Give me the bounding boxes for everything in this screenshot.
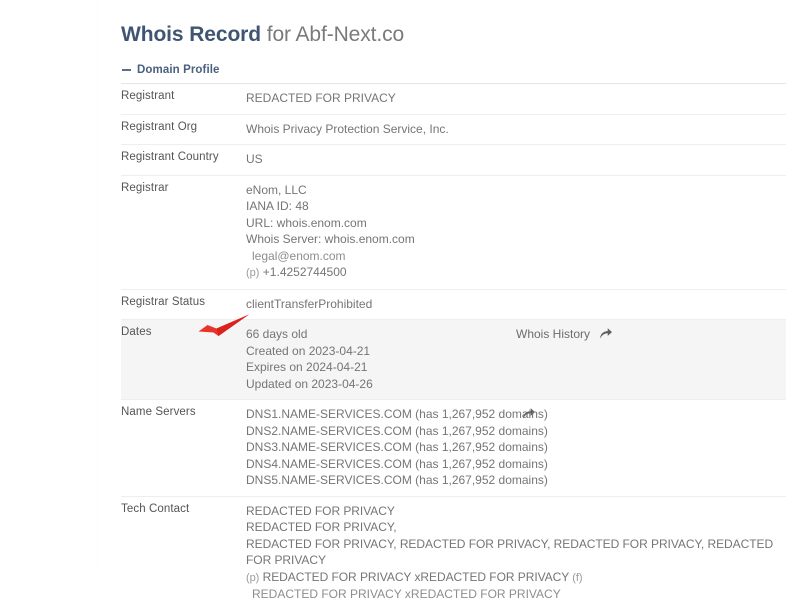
table-row: Registrant Country US <box>121 144 786 176</box>
row-label: Dates <box>121 326 152 338</box>
row-value: US <box>246 145 786 176</box>
whois-record-page: Whois Record for Abf-Next.co Domain Prof… <box>0 0 800 601</box>
value-line-age: 66 days old <box>246 327 308 341</box>
value-line: REDACTED FOR PRIVACY, <box>246 520 397 534</box>
name-server-line: DNS1.NAME-SERVICES.COM (has 1,267,952 do… <box>246 407 548 421</box>
name-server-line: DNS5.NAME-SERVICES.COM (has 1,267,952 do… <box>246 473 548 487</box>
phone-tag: (p) <box>246 571 260 584</box>
value-line: REDACTED FOR PRIVACY <box>246 503 395 518</box>
table-row: Registrar Status clientTransferProhibite… <box>121 289 786 320</box>
record-card: Whois Record for Abf-Next.co Domain Prof… <box>97 0 800 601</box>
domain-profile-section-header[interactable]: Domain Profile <box>122 64 786 76</box>
row-value: eNom, LLC IANA ID: 48 URL: whois.enom.co… <box>246 175 786 289</box>
value-line: REDACTED FOR PRIVACY, REDACTED FOR PRIVA… <box>246 536 774 568</box>
table-row: Registrant REDACTED FOR PRIVACY <box>121 83 786 115</box>
table-row-tech-contact: Tech Contact REDACTED FOR PRIVACY REDACT… <box>121 496 786 610</box>
name-server-line: DNS4.NAME-SERVICES.COM (has 1,267,952 do… <box>246 456 548 471</box>
registrar-phone: (p) +1.4252744500 <box>246 264 782 282</box>
page-title: Whois Record for Abf-Next.co <box>121 22 786 48</box>
value-line-updated: Updated on 2023-04-26 <box>246 376 373 391</box>
phone-value: REDACTED FOR PRIVACY xREDACTED FOR PRIVA… <box>262 569 569 584</box>
value-line: Whois Server: whois.enom.com <box>246 232 415 246</box>
row-label: Registrar Status <box>121 295 206 308</box>
phone-tag: (p) <box>246 267 260 279</box>
name-server-line: DNS2.NAME-SERVICES.COM (has 1,267,952 do… <box>246 423 548 438</box>
fax-tag: (f) <box>572 571 583 584</box>
section-header-label: Domain Profile <box>137 64 220 76</box>
page-title-rest: for Abf-Next.co <box>260 23 405 46</box>
value-line: US <box>246 152 263 166</box>
table-row: Registrar eNom, LLC IANA ID: 48 URL: who… <box>121 175 786 289</box>
row-value: Whois Privacy Protection Service, Inc. <box>246 114 786 145</box>
value-line: clientTransferProhibited <box>246 296 373 311</box>
minus-icon[interactable] <box>122 69 131 71</box>
value-line-created: Created on 2023-04-21 <box>246 343 371 358</box>
whois-record-table: Registrant REDACTED FOR PRIVACY Registra… <box>121 83 786 610</box>
value-line: IANA ID: 48 <box>246 199 309 213</box>
table-row-name-servers: Name Servers DNS1.NAME-SERVICES.COM (has… <box>121 399 786 497</box>
page-title-strong: Whois Record <box>121 23 261 46</box>
row-value: REDACTED FOR PRIVACY <box>246 84 786 115</box>
name-server-line: DNS3.NAME-SERVICES.COM (has 1,267,952 do… <box>246 440 548 454</box>
value-line-expires: Expires on 2024-04-21 <box>246 360 368 374</box>
tech-contact-phone: (p) REDACTED FOR PRIVACY xREDACTED FOR P… <box>246 569 782 587</box>
share-arrow-icon[interactable] <box>599 327 613 340</box>
row-value: 66 days old Created on 2023-04-21 Expire… <box>246 320 516 400</box>
tech-contact-fax-value: REDACTED FOR PRIVACY xREDACTED FOR PRIVA… <box>252 587 561 601</box>
row-label: Registrar <box>121 181 169 194</box>
whois-history-link[interactable]: Whois History <box>516 327 590 341</box>
row-label: Name Servers <box>121 406 196 418</box>
row-label: Registrant Country <box>121 151 219 163</box>
table-row-dates: Dates 66 days old Created on 2023-04-21 … <box>121 319 786 400</box>
name-servers-actions <box>516 400 786 497</box>
phone-value: +1.4252744500 <box>262 265 347 279</box>
row-label: Tech Contact <box>121 502 190 515</box>
value-line: eNom, LLC <box>246 182 307 197</box>
table-row: Registrant Org Whois Privacy Protection … <box>121 114 786 145</box>
row-value: clientTransferProhibited <box>246 289 786 320</box>
row-label: Registrant Org <box>121 120 198 133</box>
value-line: URL: whois.enom.com <box>246 215 367 230</box>
row-value: REDACTED FOR PRIVACY REDACTED FOR PRIVAC… <box>246 496 786 610</box>
value-line: Whois Privacy Protection Service, Inc. <box>246 121 449 136</box>
value-line: REDACTED FOR PRIVACY <box>246 91 396 105</box>
row-value: DNS1.NAME-SERVICES.COM (has 1,267,952 do… <box>246 400 548 497</box>
row-label: Registrant <box>121 90 175 102</box>
registrar-abuse-email[interactable]: legal@enom.com <box>246 248 782 265</box>
dates-actions: Whois History <box>516 320 786 400</box>
